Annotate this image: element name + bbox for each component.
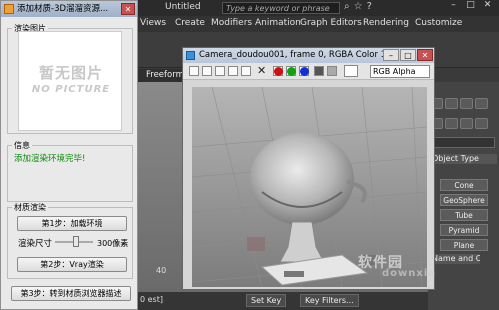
info-group: 信息 添加渲染环境完毕! (7, 140, 133, 202)
save-image-icon[interactable] (189, 66, 199, 76)
clear-icon[interactable] (241, 66, 251, 76)
render-size-slider-thumb[interactable] (73, 236, 79, 247)
max-statusbar: 0 est] Set Key Key Filters... (138, 292, 428, 310)
modify-tab-icon[interactable] (445, 98, 458, 109)
watermark-sub: downxia (382, 268, 437, 279)
preview-group: 渲染图片 暂无图片 NO PICTURE (7, 23, 133, 134)
channel-select[interactable]: RGB Alpha (370, 65, 430, 78)
max-toolbar-icons: ⌕☆? (344, 1, 376, 12)
copy-image-icon[interactable] (202, 66, 212, 76)
clone-icon[interactable] (215, 66, 225, 76)
key-filters-button[interactable]: Key Filters... (300, 294, 359, 307)
hierarchy-tab-icon[interactable] (460, 98, 473, 109)
plane-button[interactable]: Plane (440, 239, 488, 251)
menu-views[interactable]: Views (140, 18, 166, 28)
frame-buffer-icon (186, 51, 195, 60)
red-channel-toggle[interactable] (273, 66, 283, 76)
ribbon-tab-freeform[interactable]: Freeform (138, 69, 188, 82)
cameras-icon[interactable] (475, 118, 488, 129)
shapes-icon[interactable] (445, 118, 458, 129)
cone-button[interactable]: Cone (440, 179, 488, 191)
menu-graph-editors[interactable]: Graph Editors (300, 18, 362, 28)
max-search-input[interactable]: Type a keyword or phrase (222, 2, 340, 14)
motion-tab-icon[interactable] (475, 98, 488, 109)
command-panel-tabs (430, 98, 497, 112)
goto-material-browser-button[interactable]: 第3步：转到材质浏览器描述 (11, 286, 131, 301)
set-key-button[interactable]: Set Key (246, 294, 287, 307)
blue-dot-icon (300, 67, 309, 76)
timeline-mark: 40 (156, 266, 167, 275)
frame-buffer-titlebar[interactable]: Camera_doudou001, frame 0, RGBA Color 1.… (183, 48, 434, 63)
object-category-select[interactable] (431, 137, 495, 148)
red-dot-icon (274, 67, 283, 76)
frame-buffer-title: Camera_doudou001, frame 0, RGBA Color 1.… (199, 50, 395, 60)
alpha-channel-toggle[interactable] (314, 66, 324, 76)
menu-create[interactable]: Create (175, 18, 205, 28)
clear-x-icon[interactable]: ✕ (257, 64, 266, 77)
tube-button[interactable]: Tube (440, 209, 488, 221)
object-type-rollout[interactable]: Object Type (430, 154, 497, 164)
minimize-icon[interactable]: – (445, 0, 462, 10)
menu-animation[interactable]: Animation (255, 18, 301, 28)
max-close-icon[interactable]: ✕ (479, 0, 496, 10)
command-panel-subtabs (430, 118, 497, 132)
monochrome-toggle[interactable] (327, 66, 337, 76)
close-icon[interactable]: ✕ (121, 3, 135, 15)
frame-buffer-toolbar: ✕ RGB Alpha (183, 63, 434, 80)
blue-channel-toggle[interactable] (299, 66, 309, 76)
fb-minimize-icon[interactable]: – (383, 49, 399, 61)
maximize-icon[interactable]: □ (462, 0, 479, 10)
info-status-text: 添加渲染环境完毕! (14, 154, 86, 164)
frame-buffer-controls: – □ ✕ (382, 49, 433, 62)
no-picture-cn: 暂无图片 (38, 64, 103, 82)
mosaic-patch (247, 237, 265, 251)
render-preview-image: 暂无图片 NO PICTURE (18, 31, 122, 131)
command-panel: Object Type Cone GeoSphere Tube Pyramid … (428, 82, 499, 310)
fb-close-icon[interactable]: ✕ (417, 49, 433, 61)
fb-maximize-icon[interactable]: □ (400, 49, 416, 61)
max-window-controls: – □ ✕ (445, 0, 499, 14)
menu-customize[interactable]: Customize (415, 18, 462, 28)
glass-bowl (250, 133, 354, 225)
help-icon[interactable]: ? (367, 1, 376, 12)
material-dialog: 添加材质-3D溜溜资源... ✕ 渲染图片 暂无图片 NO PICTURE 信息… (0, 0, 138, 310)
app-icon (4, 4, 14, 14)
dialog-title: 添加材质-3D溜溜资源... (17, 4, 109, 14)
name-and-color-rollout[interactable]: Name and Color (430, 254, 480, 264)
menu-rendering[interactable]: Rendering (363, 18, 409, 28)
max-window-title: Untitled (165, 2, 201, 12)
load-environment-button[interactable]: 第1步：加载环境 (17, 216, 127, 231)
binoculars-icon[interactable]: ⌕ (344, 1, 354, 12)
menu-modifiers[interactable]: Modifiers (211, 18, 252, 28)
render-group-label: 材质渲染 (12, 202, 48, 213)
plate-label (284, 271, 304, 277)
pyramid-button[interactable]: Pyramid (440, 224, 488, 236)
dialog-titlebar[interactable]: 添加材质-3D溜溜资源... ✕ (1, 1, 137, 17)
render-size-value: 300像素 (97, 239, 129, 248)
star-icon[interactable]: ☆ (354, 1, 367, 12)
no-picture-en: NO PICTURE (31, 84, 111, 95)
max-menubar: Views Create Modifiers Animation Graph E… (138, 16, 499, 32)
swatch-white[interactable] (344, 65, 358, 77)
info-group-label: 信息 (12, 140, 32, 151)
print-icon[interactable] (228, 66, 238, 76)
vray-render-button[interactable]: 第2步：Vray渲染 (17, 257, 127, 272)
render-size-label: 渲染尺寸 (18, 239, 53, 249)
frame-field: 0 est] (140, 295, 163, 304)
geosphere-button[interactable]: GeoSphere (440, 194, 488, 206)
green-dot-icon (287, 67, 296, 76)
lights-icon[interactable] (460, 118, 473, 129)
green-channel-toggle[interactable] (286, 66, 296, 76)
